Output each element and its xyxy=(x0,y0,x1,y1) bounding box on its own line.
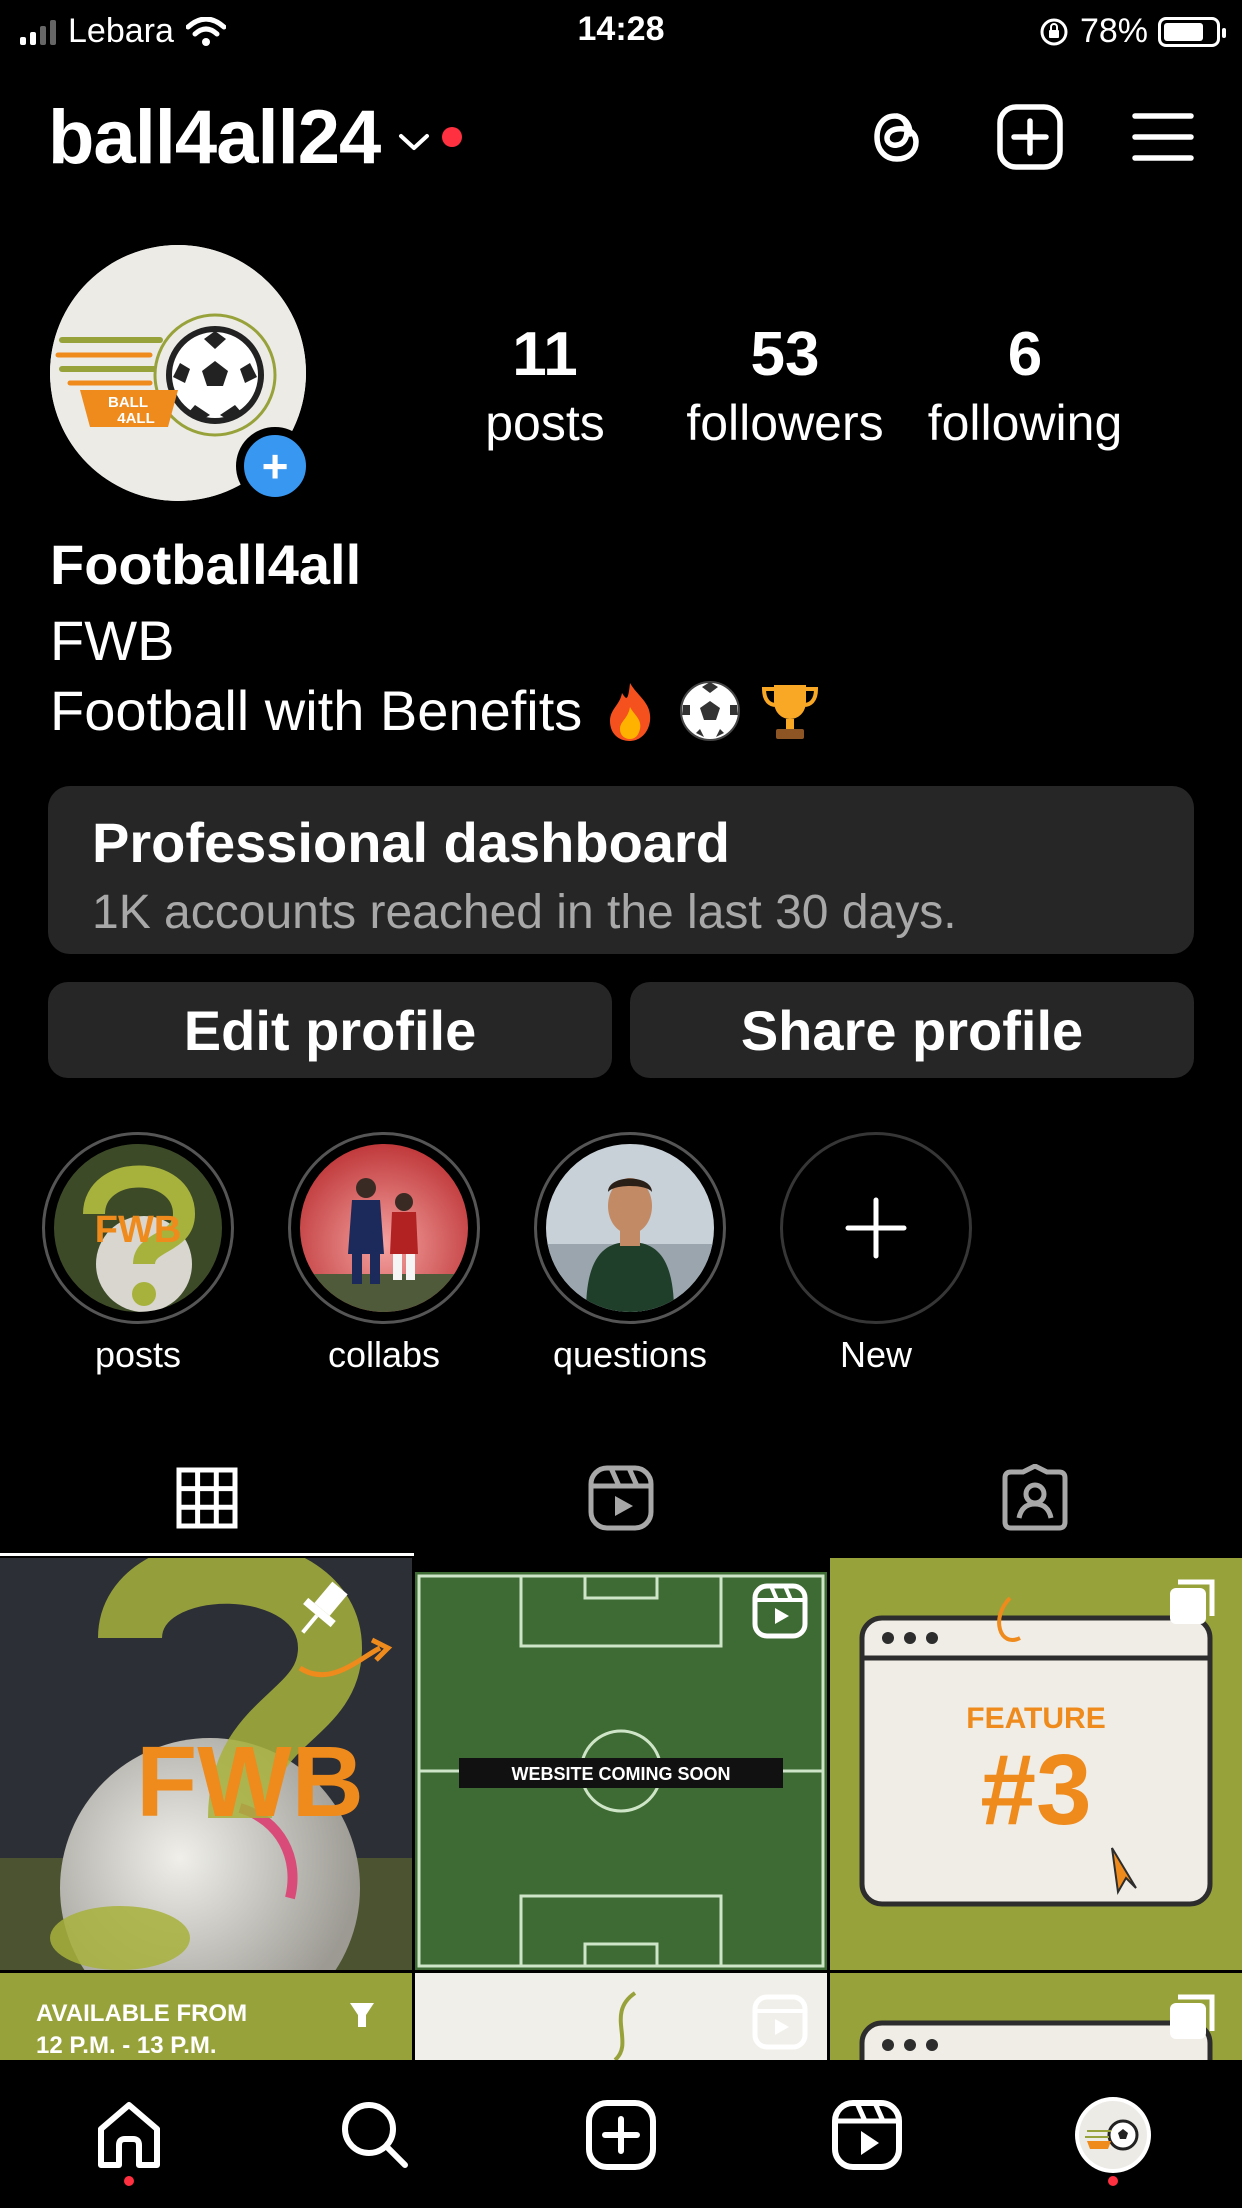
trophy-emoji xyxy=(762,684,819,739)
bio-line-1: FWB xyxy=(50,609,175,672)
highlight-questions[interactable]: questions xyxy=(534,1132,726,1376)
stat-following[interactable]: 6 following xyxy=(905,320,1145,454)
profile-header: ball4all24 xyxy=(48,92,1194,182)
grid-post-2[interactable]: WEBSITE COMING SOON xyxy=(415,1572,827,1970)
highlight-label: posts xyxy=(94,1334,182,1375)
post3-label: FEATURE xyxy=(966,1702,1105,1735)
grid-post-1[interactable]: FWB xyxy=(0,1558,412,1970)
soccer-ball-emoji xyxy=(680,680,741,741)
threads-icon[interactable] xyxy=(866,104,928,170)
highlight-cover-questions xyxy=(546,1144,714,1312)
create-icon xyxy=(586,2100,656,2170)
followers-label: followers xyxy=(686,395,884,451)
posts-label: posts xyxy=(485,395,605,451)
plus-icon xyxy=(845,1197,907,1259)
post4-line2: 12 P.M. - 13 P.M. xyxy=(36,2032,217,2059)
tab-tagged[interactable] xyxy=(828,1440,1242,1556)
highlight-new[interactable]: New xyxy=(780,1132,972,1376)
search-icon xyxy=(342,2102,408,2168)
share-profile-button[interactable]: Share profile xyxy=(630,982,1194,1078)
grid-post-4[interactable]: AVAILABLE FROM 12 P.M. - 13 P.M. xyxy=(0,1973,412,2060)
highlight-posts[interactable]: FWB posts xyxy=(42,1132,234,1376)
nav-reels[interactable] xyxy=(812,2080,922,2190)
following-count: 6 xyxy=(1007,320,1043,389)
bio-line-2: Football with Benefits xyxy=(50,679,583,742)
highlight-cover-collabs xyxy=(300,1144,468,1312)
bottom-navigation xyxy=(0,2060,1242,2208)
nav-profile[interactable] xyxy=(1058,2080,1168,2190)
battery-percent: 78% xyxy=(1079,12,1148,50)
posts-count: 11 xyxy=(512,320,578,389)
reels-icon xyxy=(832,2100,902,2170)
stat-posts[interactable]: 11 posts xyxy=(425,320,665,454)
reels-icon xyxy=(588,1465,654,1531)
home-icon xyxy=(98,2102,160,2168)
tab-posts-grid[interactable] xyxy=(0,1440,414,1556)
grid-post-5[interactable] xyxy=(415,1973,827,2060)
highlight-label: questions xyxy=(552,1334,708,1375)
profile-tabs xyxy=(0,1440,1242,1556)
post3-number: #3 xyxy=(980,1734,1091,1846)
battery-icon xyxy=(1158,16,1226,47)
menu-icon[interactable] xyxy=(1132,111,1194,163)
grid-post-3[interactable]: FEATURE #3 xyxy=(830,1558,1242,1970)
dashboard-subtitle: 1K accounts reached in the last 30 days. xyxy=(92,886,957,939)
dashboard-title: Professional dashboard xyxy=(92,811,730,874)
highlight-label: New xyxy=(839,1334,913,1375)
orientation-lock-icon xyxy=(1040,18,1068,45)
highlight-collabs[interactable]: collabs xyxy=(288,1132,480,1376)
logo-text-2: 4ALL xyxy=(117,410,155,427)
professional-dashboard[interactable]: Professional dashboard 1K accounts reach… xyxy=(48,786,1194,954)
fire-emoji xyxy=(610,682,651,741)
tab-reels[interactable] xyxy=(414,1440,828,1556)
display-name: Football4all xyxy=(50,533,362,596)
following-label: following xyxy=(927,395,1123,451)
nav-search[interactable] xyxy=(320,2080,430,2190)
post2-text: WEBSITE COMING SOON xyxy=(511,1764,730,1784)
tagged-icon xyxy=(1002,1464,1068,1531)
highlight-cover-posts: FWB xyxy=(54,1144,222,1312)
edit-profile-button[interactable]: Edit profile xyxy=(48,982,612,1078)
status-bar: Lebara 14:28 78% xyxy=(0,0,1242,62)
nav-home-dot xyxy=(124,2176,134,2186)
bio-line-2-wrap: Football with Benefits xyxy=(50,678,822,743)
chevron-down-icon[interactable] xyxy=(398,132,430,152)
grid-icon xyxy=(176,1467,238,1529)
username[interactable]: ball4all24 xyxy=(48,94,381,181)
profile-avatar xyxy=(1075,2097,1151,2173)
nav-home[interactable] xyxy=(74,2080,184,2190)
highlight-label: collabs xyxy=(327,1334,441,1375)
grid-post-6[interactable] xyxy=(830,1973,1242,2060)
followers-count: 53 xyxy=(750,320,820,389)
create-icon[interactable] xyxy=(996,103,1064,171)
logo-text-1: BALL xyxy=(108,394,148,411)
post1-text: FWB xyxy=(136,1726,364,1838)
nav-profile-dot xyxy=(1108,2176,1118,2186)
nav-create[interactable] xyxy=(566,2080,676,2190)
profile-avatar-wrap[interactable]: BALL 4ALL + xyxy=(50,245,314,505)
notification-dot xyxy=(442,127,463,147)
highlight-cover-text: FWB xyxy=(95,1209,182,1251)
add-story-button[interactable]: + xyxy=(236,427,314,505)
posts-grid: FWB WEBSITE COMING SOON FEATURE #3 AVAIL… xyxy=(0,1558,1242,2060)
stat-followers[interactable]: 53 followers xyxy=(665,320,905,454)
post4-line1: AVAILABLE FROM xyxy=(36,2000,247,2027)
